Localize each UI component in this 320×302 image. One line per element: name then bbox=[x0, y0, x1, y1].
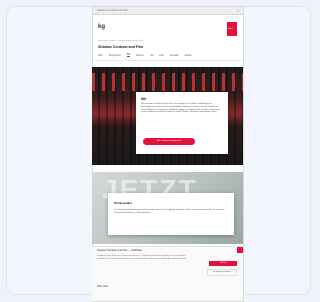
section-paragraph: Ein Abend voller Filme und Gespräche übe… bbox=[97, 255, 187, 260]
hero-lights bbox=[92, 73, 243, 91]
cookie-popup-text: Wir verwenden Cookies und ähnliche Techn… bbox=[141, 103, 220, 114]
more-info-link[interactable]: Mehr Infos bbox=[97, 285, 108, 288]
close-icon[interactable]: × bbox=[237, 7, 239, 14]
tab-termin[interactable]: Termin bbox=[136, 54, 144, 57]
content-section: Shadow Contrast and Film — Einblicke Ein… bbox=[92, 246, 243, 301]
section-headline: Shadow Contrast and Film — Einblicke bbox=[97, 249, 142, 252]
site-header: kg kuma bbox=[93, 15, 243, 37]
program-link[interactable]: Programm ansehen bbox=[207, 269, 237, 276]
tab-bar: Film Programm Kit Termin Ort Info Kontak… bbox=[93, 50, 243, 61]
privacy-box-title: Privatsphäre bbox=[114, 201, 133, 205]
tab-kit[interactable]: Kit bbox=[127, 53, 131, 57]
tab-ort[interactable]: Ort bbox=[150, 54, 154, 57]
tab-programm[interactable]: Programm bbox=[109, 54, 121, 57]
window-titlebar: Shadow Contrast and Film × bbox=[93, 7, 243, 15]
privacy-box-text: Sie können Ihre Einstellungen jederzeit … bbox=[114, 209, 225, 214]
scroll-marker bbox=[237, 247, 243, 253]
tab-film[interactable]: Film bbox=[98, 54, 103, 57]
accept-cookies-button[interactable]: Alle Cookies akzeptieren bbox=[143, 138, 195, 145]
cookie-popup: Wir Wir verwenden Cookies und ähnliche T… bbox=[136, 92, 228, 154]
brand-badge[interactable]: kuma bbox=[227, 22, 237, 36]
cookie-popup-title: Wir bbox=[141, 97, 147, 101]
privacy-box: Privatsphäre Sie können Ihre Einstellung… bbox=[108, 193, 234, 235]
brand-label: kuma bbox=[228, 28, 233, 30]
site-logo[interactable]: kg bbox=[98, 24, 105, 30]
breadcrumb[interactable]: Startseite › Seiten › Shadow Contrast an… bbox=[93, 37, 243, 45]
tab-archiv[interactable]: Archiv bbox=[185, 54, 192, 57]
tickets-button[interactable]: Tickets bbox=[209, 261, 237, 266]
tab-info[interactable]: Info bbox=[159, 54, 163, 57]
window-title: Shadow Contrast and Film bbox=[97, 9, 128, 12]
tab-kontakt[interactable]: Kontakt bbox=[170, 54, 179, 57]
